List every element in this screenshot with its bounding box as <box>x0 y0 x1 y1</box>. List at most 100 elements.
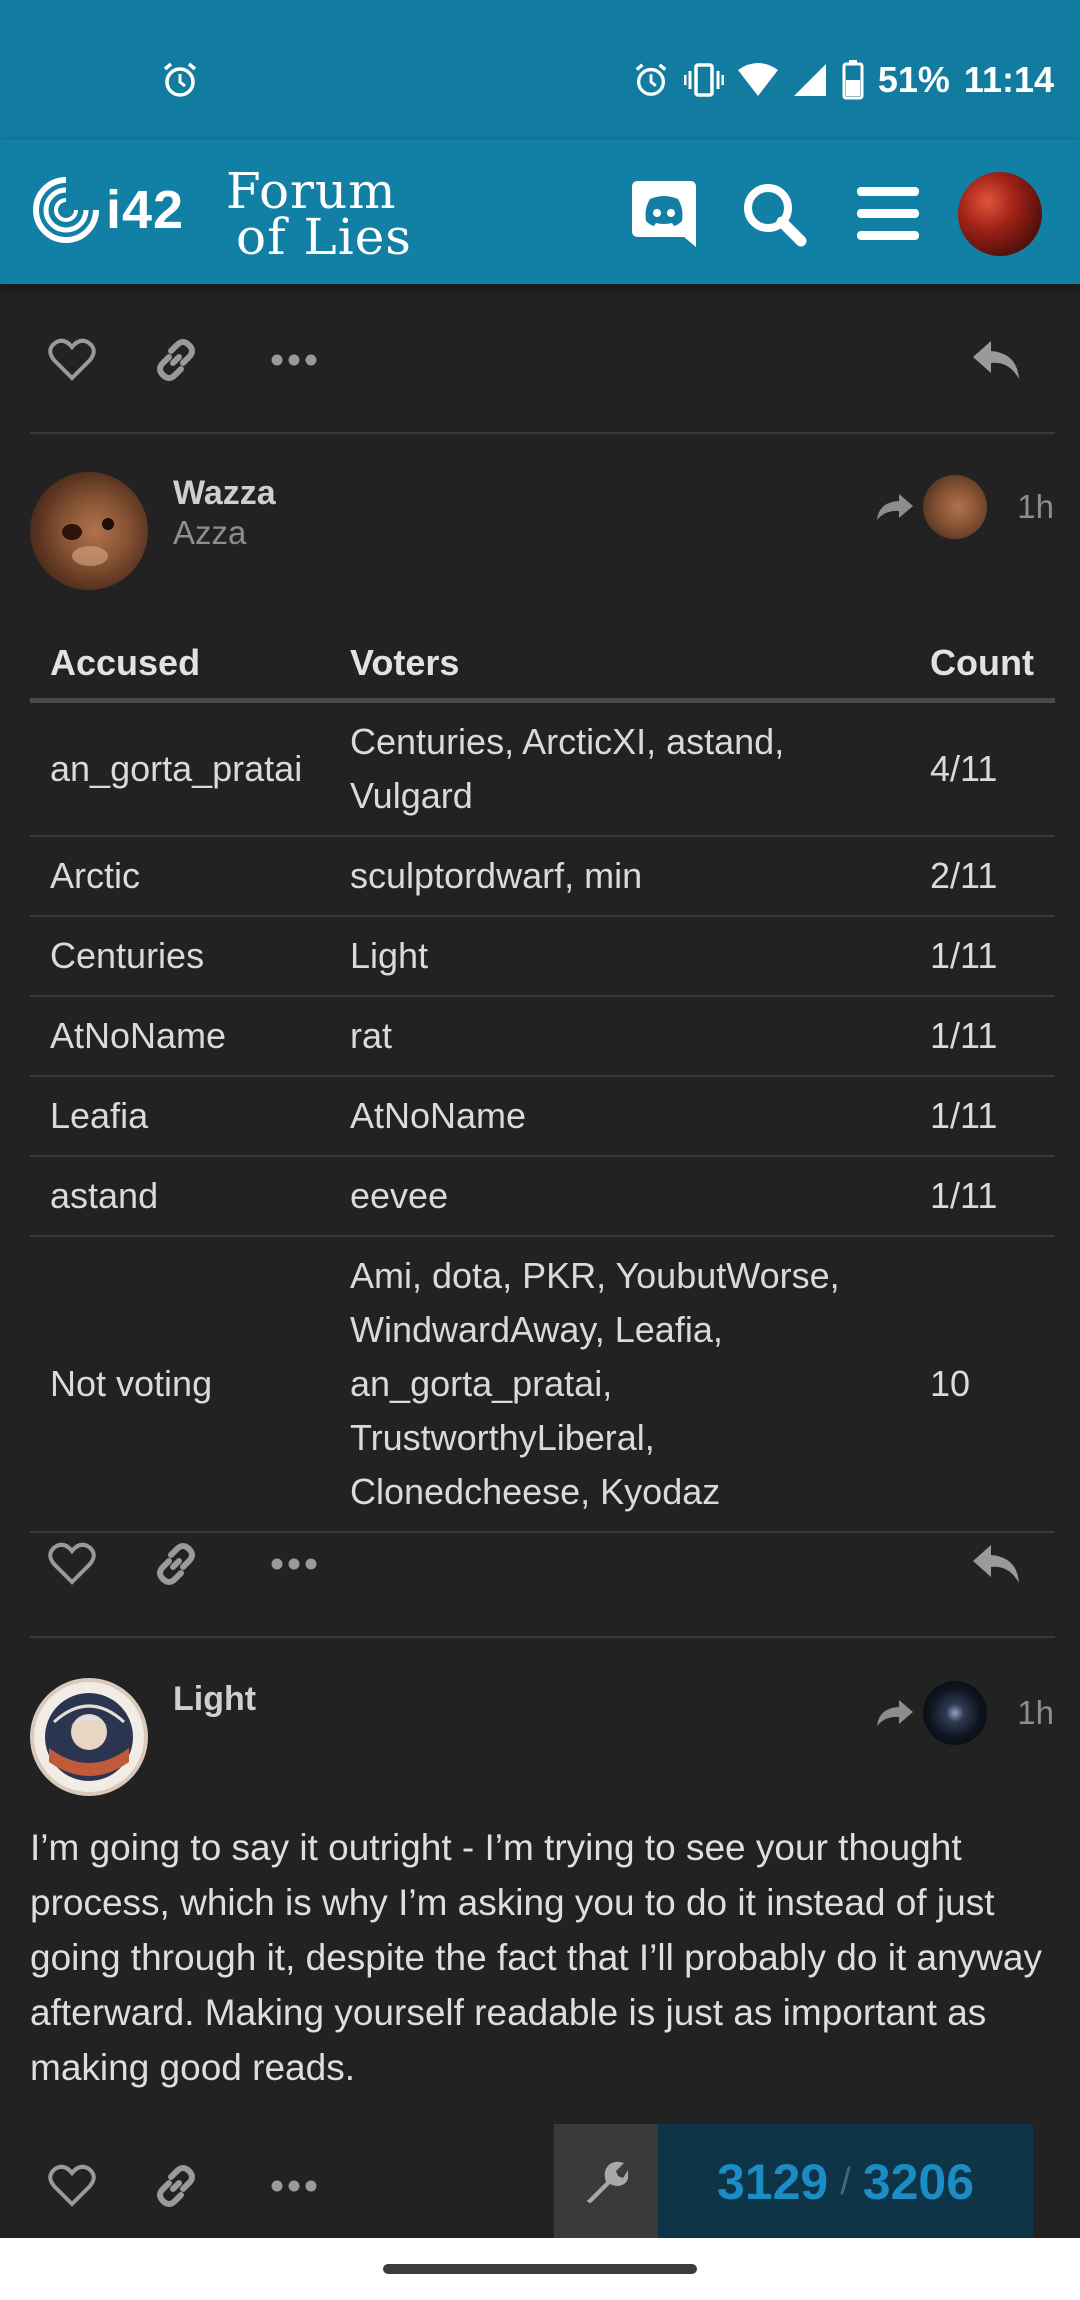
table-cell: 1/11 <box>910 996 1055 1077</box>
android-nav-bar <box>0 2238 1080 2300</box>
status-bar: 51% 11:14 <box>0 0 1080 140</box>
ellipsis-icon <box>271 354 317 366</box>
post-username[interactable]: Wazza <box>173 474 276 513</box>
discord-button[interactable] <box>628 178 700 250</box>
i42-logo-text: i42 <box>106 180 185 240</box>
table-cell: Arctic <box>30 836 330 917</box>
post-user-title: Azza <box>173 514 247 551</box>
copy-link-button[interactable] <box>148 2158 204 2214</box>
more-options-button[interactable] <box>266 1536 322 1592</box>
post-divider <box>30 432 1055 434</box>
clock: 11:14 <box>963 59 1054 100</box>
table-row: astand eevee 1/11 <box>30 1156 1055 1237</box>
table-row: Arctic sculptordwarf, min 2/11 <box>30 836 1055 917</box>
table-cell: 1/11 <box>910 916 1055 997</box>
alarm-icon <box>635 63 667 96</box>
reply-to-avatar[interactable] <box>923 1681 988 1745</box>
progress-separator: / <box>840 2160 851 2203</box>
battery-percent: 51% <box>877 59 950 100</box>
table-cell: 1/11 <box>910 1156 1055 1237</box>
table-cell: Centuries <box>30 916 330 997</box>
like-button[interactable] <box>44 2158 100 2214</box>
post-author-avatar[interactable] <box>30 1678 148 1796</box>
copy-link-button[interactable] <box>148 332 204 388</box>
heart-icon <box>48 2164 96 2207</box>
admin-tools-button[interactable] <box>554 2124 658 2240</box>
link-icon <box>157 1543 195 1585</box>
hamburger-menu-icon <box>857 187 919 240</box>
more-options-button[interactable] <box>266 332 322 388</box>
post-username[interactable]: Light <box>173 1680 256 1719</box>
reply-button[interactable] <box>968 1536 1024 1592</box>
link-icon <box>157 339 195 381</box>
table-header: Voters <box>330 630 910 703</box>
light-avatar-image <box>45 1693 133 1781</box>
post-actions <box>30 1516 1050 1606</box>
ellipsis-icon <box>271 1558 317 1570</box>
post-author-avatar[interactable] <box>30 472 148 590</box>
table-cell: AtNoName <box>330 1076 910 1157</box>
reply-icon <box>973 341 1019 379</box>
progress-total: 3206 <box>862 2154 975 2210</box>
table-row: an_gorta_pratai Centuries, ArcticXI, ast… <box>30 700 1055 837</box>
topic-progress-button[interactable]: 3129 / 3206 <box>658 2124 1033 2240</box>
site-header: i42 Forum of Lies <box>0 140 1080 284</box>
table-cell: eevee <box>330 1156 910 1237</box>
table-header: Accused <box>30 630 330 703</box>
user-avatar[interactable] <box>958 172 1042 256</box>
alarm-icon <box>163 62 197 97</box>
reply-icon <box>973 1545 1019 1583</box>
post-actions <box>30 312 1050 402</box>
table-cell: an_gorta_pratai <box>30 700 330 837</box>
table-cell: Centuries, ArcticXI, astand, Vulgard <box>330 700 910 837</box>
reply-to-arrow-icon[interactable] <box>875 492 915 522</box>
reply-to-arrow-icon[interactable] <box>875 1698 915 1728</box>
dog-avatar-image <box>62 518 114 566</box>
post-divider <box>30 1636 1055 1638</box>
post-meta: 1h <box>875 1678 1054 1748</box>
table-cell: Ami, dota, PKR, YoubutWorse, WindwardAwa… <box>330 1236 910 1533</box>
menu-button[interactable] <box>852 178 924 250</box>
post-meta: 1h <box>875 472 1054 542</box>
like-button[interactable] <box>44 1536 100 1592</box>
table-row: Leafia AtNoName 1/11 <box>30 1076 1055 1157</box>
like-button[interactable] <box>44 332 100 388</box>
table-cell: 2/11 <box>910 836 1055 917</box>
home-gesture-pill[interactable] <box>383 2264 697 2274</box>
table-cell: Leafia <box>30 1076 330 1157</box>
table-row: Not voting Ami, dota, PKR, YoubutWorse, … <box>30 1236 1055 1533</box>
forum-logo-line2: of Lies <box>236 208 412 266</box>
status-icons: 51% 11:14 <box>632 56 1054 104</box>
more-options-button[interactable] <box>266 2158 322 2214</box>
table-cell: 1/11 <box>910 1076 1055 1157</box>
table-header-row: Accused Voters Count <box>30 630 1055 703</box>
table-cell: 4/11 <box>910 700 1055 837</box>
copy-link-button[interactable] <box>148 1536 204 1592</box>
table-cell: AtNoName <box>30 996 330 1077</box>
table-row: Centuries Light 1/11 <box>30 916 1055 997</box>
vote-count-table: Accused Voters Count an_gorta_pratai Cen… <box>30 630 1055 1533</box>
link-icon <box>157 2165 195 2207</box>
i42-logo[interactable]: i42 <box>30 170 184 250</box>
post-body-text: I’m going to say it outright - I’m tryin… <box>30 1827 1042 2088</box>
i42-swirl-icon <box>33 177 99 243</box>
forum-of-lies-logo[interactable]: Forum of Lies <box>226 162 436 266</box>
post-time[interactable]: 1h <box>1017 488 1054 526</box>
discord-icon <box>632 181 696 247</box>
search-button[interactable] <box>738 178 810 250</box>
reply-to-avatar[interactable] <box>923 475 988 539</box>
ellipsis-icon <box>271 2180 317 2192</box>
battery-icon <box>842 60 864 100</box>
wrench-icon <box>587 2161 628 2203</box>
table-cell: Not voting <box>30 1236 330 1533</box>
reply-button[interactable] <box>968 332 1024 388</box>
progress-current: 3129 <box>716 2154 829 2210</box>
table-row: AtNoName rat 1/11 <box>30 996 1055 1077</box>
table-cell: 10 <box>910 1236 1055 1533</box>
table-cell: Light <box>330 916 910 997</box>
heart-icon <box>48 338 96 381</box>
table-cell: rat <box>330 996 910 1077</box>
post-time[interactable]: 1h <box>1017 1694 1054 1732</box>
wifi-icon <box>737 63 778 96</box>
search-icon <box>744 184 807 247</box>
